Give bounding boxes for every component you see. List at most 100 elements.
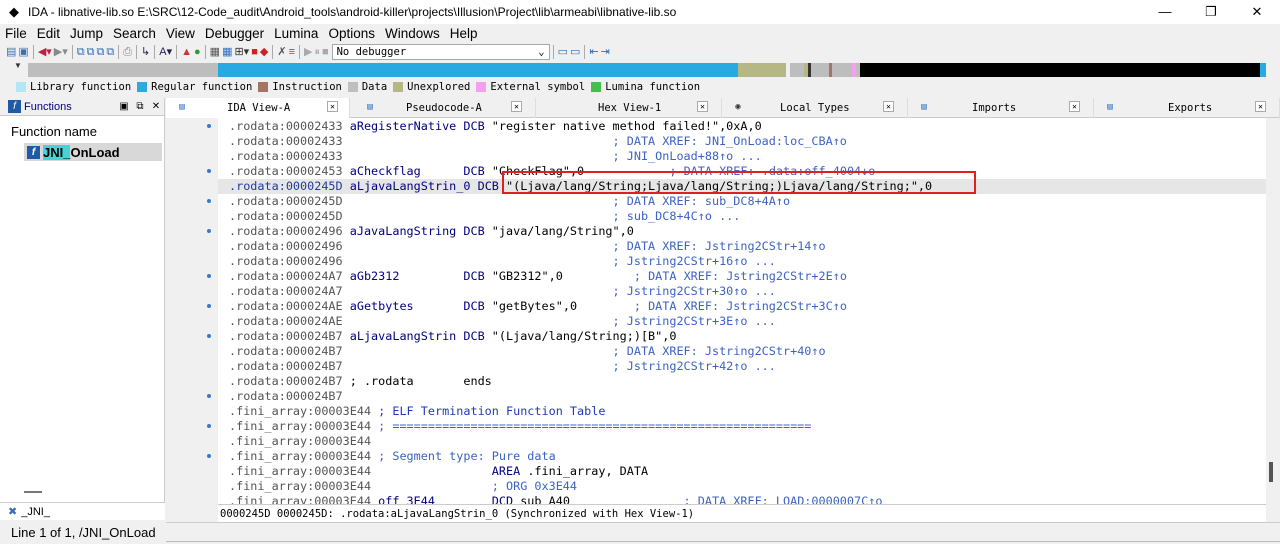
close-tab-icon[interactable]: ✕ <box>697 101 708 112</box>
float-icon[interactable]: ⧉ <box>132 101 148 112</box>
navigation-band[interactable]: ▼ <box>0 61 1280 80</box>
code-line[interactable]: .rodata:00002433 ; DATA XREF: JNI_OnLoad… <box>218 134 1266 149</box>
code-line[interactable]: .rodata:000024B7 ; Jstring2CStr+42↑o ... <box>218 359 1266 374</box>
code-line[interactable]: .rodata:000024A7 aGb2312 DCB "GB2312",0 … <box>218 269 1266 284</box>
list-icon[interactable]: ≡ <box>289 45 295 59</box>
print-icon[interactable]: ⎙ <box>123 45 132 59</box>
graph-icon[interactable]: ⧉ <box>77 45 85 59</box>
menu-edit[interactable]: Edit <box>32 26 65 41</box>
disassembly-view[interactable]: .rodata:00002433 aRegisterNative DCB "re… <box>218 118 1266 504</box>
line-label[interactable]: off_3E44 <box>371 494 435 504</box>
bookmark-icon[interactable]: ◆ <box>260 45 268 59</box>
tab-hex-view-1[interactable]: Hex View-1 ✕ <box>536 98 722 118</box>
code-line[interactable]: .rodata:00002496 ; Jstring2CStr+16↑o ... <box>218 254 1266 269</box>
code-line[interactable]: .rodata:000024B7 <box>218 389 1266 404</box>
scroll-thumb[interactable] <box>1269 462 1273 482</box>
code-line[interactable]: .fini_array:00003E44 off_3E44 DCD sub_A4… <box>218 494 1266 504</box>
filter-close-icon[interactable]: ✖ <box>8 505 17 518</box>
text-icon[interactable]: A▾ <box>159 45 172 59</box>
menu-jump[interactable]: Jump <box>65 26 108 41</box>
line-label[interactable]: aJavaLangString <box>343 224 457 238</box>
code-line[interactable]: .rodata:00002496 aJavaLangString DCB "ja… <box>218 224 1266 239</box>
close-icon[interactable]: ✕ <box>148 101 164 112</box>
code-line[interactable]: .rodata:000024B7 ; .rodata ends <box>218 374 1266 389</box>
minimize-button[interactable]: — <box>1142 0 1188 24</box>
stop-icon[interactable]: ■ <box>322 45 329 59</box>
outdent-icon[interactable]: ⇥ <box>601 45 610 59</box>
debugger-select[interactable]: No debugger ⌄ <box>331 44 550 60</box>
code-line[interactable]: .rodata:0000245D aLjavaLangStrin_0 DCB "… <box>218 179 1266 194</box>
close-tab-icon[interactable]: ✕ <box>1069 101 1080 112</box>
code-line[interactable]: .fini_array:00003E44 ; ELF Termination F… <box>218 404 1266 419</box>
code-line[interactable]: .rodata:00002433 ; JNI_OnLoad+88↑o ... <box>218 149 1266 164</box>
code-line[interactable]: .rodata:000024A7 ; Jstring2CStr+30↑o ... <box>218 284 1266 299</box>
code-line[interactable]: .rodata:00002496 ; DATA XREF: Jstring2CS… <box>218 239 1266 254</box>
close-tab-icon[interactable]: ✕ <box>511 101 522 112</box>
quick-filter[interactable]: ✖ _JNI_ <box>0 502 165 520</box>
line-label[interactable]: aGetbytes <box>343 299 414 313</box>
code-line[interactable]: .fini_array:00003E44 ; Segment type: Pur… <box>218 449 1266 464</box>
menu-debugger[interactable]: Debugger <box>200 26 269 41</box>
code-line[interactable]: .fini_array:00003E44 ; =================… <box>218 419 1266 434</box>
breakpoint-icon[interactable]: ■ <box>251 45 258 59</box>
code-line[interactable]: .rodata:0000245D ; sub_DC8+4C↑o ... <box>218 209 1266 224</box>
code-line[interactable]: .fini_array:00003E44 <box>218 434 1266 449</box>
tab-local-types[interactable]: ◉ Local Types ✕ <box>722 98 908 118</box>
code-line[interactable]: .fini_array:00003E44 ; ORG 0x3E44 <box>218 479 1266 494</box>
open-icon[interactable]: ▤ <box>6 45 16 59</box>
code-line[interactable]: .rodata:000024AE aGetbytes DCB "getBytes… <box>218 299 1266 314</box>
hex-icon[interactable]: ▦ <box>210 45 220 59</box>
vertical-scrollbar[interactable] <box>1266 118 1280 522</box>
sync-icon[interactable]: ▭ <box>570 45 580 59</box>
menu-windows[interactable]: Windows <box>380 26 445 41</box>
code-line[interactable]: .rodata:000024B7 aLjavaLangStrin DCB "(L… <box>218 329 1266 344</box>
xref-icon[interactable]: ⧉ <box>106 45 114 59</box>
line-label[interactable]: aGb2312 <box>343 269 400 283</box>
restore-icon[interactable]: ▣ <box>116 101 132 112</box>
menu-options[interactable]: Options <box>323 26 380 41</box>
tab-pseudocode-a[interactable]: ▤ Pseudocode-A ✕ <box>350 98 536 118</box>
code-line[interactable]: .rodata:00002453 aCheckflag DCB "CheckFl… <box>218 164 1266 179</box>
function-name-column[interactable]: Function name <box>0 116 164 143</box>
save-icon[interactable]: ▣ <box>18 45 28 59</box>
jump-forward-icon[interactable]: ▶▾ <box>54 45 68 59</box>
close-tab-icon[interactable]: ✕ <box>883 101 894 112</box>
structures-icon[interactable]: ▲ <box>181 45 192 59</box>
pause-icon[interactable]: ⏸ <box>314 45 320 59</box>
flow-icon[interactable]: ⧉ <box>97 45 105 59</box>
menu-help[interactable]: Help <box>445 26 483 41</box>
proximity-icon[interactable]: ⧉ <box>87 45 95 59</box>
line-label[interactable]: aLjavaLangStrin_0 <box>343 179 471 193</box>
menu-lumina[interactable]: Lumina <box>269 26 323 41</box>
run-icon[interactable]: ▶ <box>304 45 312 59</box>
nav-strip[interactable] <box>28 63 1266 77</box>
tab-imports[interactable]: ▤ Imports ✕ <box>908 98 1094 118</box>
menu-view[interactable]: View <box>161 26 200 41</box>
code-line[interactable]: .fini_array:00003E44 AREA .fini_array, D… <box>218 464 1266 479</box>
close-tab-icon[interactable]: ✕ <box>327 101 338 112</box>
segments-icon[interactable]: ⊞▾ <box>234 45 249 59</box>
tab-exports[interactable]: ▤ Exports ✕ <box>1094 98 1280 118</box>
names-icon[interactable]: ▦ <box>222 45 232 59</box>
lumina-icon[interactable]: ● <box>194 45 201 59</box>
line-label[interactable]: aLjavaLangStrin <box>343 329 457 343</box>
code-line[interactable]: .rodata:000024AE ; Jstring2CStr+3E↑o ... <box>218 314 1266 329</box>
functions-icon[interactable]: ✗ <box>277 45 286 59</box>
code-line[interactable]: .rodata:000024B7 ; DATA XREF: Jstring2CS… <box>218 344 1266 359</box>
close-tab-icon[interactable]: ✕ <box>1255 101 1266 112</box>
tab-ida-view-a[interactable]: ▤ IDA View-A ✕ <box>166 98 350 118</box>
menu-file[interactable]: File <box>0 26 32 41</box>
indent-icon[interactable]: ⇤ <box>589 45 598 59</box>
menu-search[interactable]: Search <box>108 26 161 41</box>
horizontal-scrollbar[interactable] <box>24 491 42 493</box>
maximize-button[interactable]: ❐ <box>1188 0 1234 24</box>
jump-back-icon[interactable]: ◀▾ <box>38 45 52 59</box>
code-line[interactable]: .rodata:00002433 aRegisterNative DCB "re… <box>218 119 1266 134</box>
code-line[interactable]: .rodata:0000245D ; DATA XREF: sub_DC8+4A… <box>218 194 1266 209</box>
cursor-icon[interactable]: ↳ <box>141 45 150 59</box>
hex-toggle-icon[interactable]: ▭ <box>558 45 568 59</box>
line-label[interactable]: aCheckflag <box>343 164 421 178</box>
function-row[interactable]: f JNI_ OnLoad <box>24 143 162 161</box>
line-label[interactable]: aRegisterNative <box>343 119 457 133</box>
close-button[interactable]: ✕ <box>1234 0 1280 24</box>
